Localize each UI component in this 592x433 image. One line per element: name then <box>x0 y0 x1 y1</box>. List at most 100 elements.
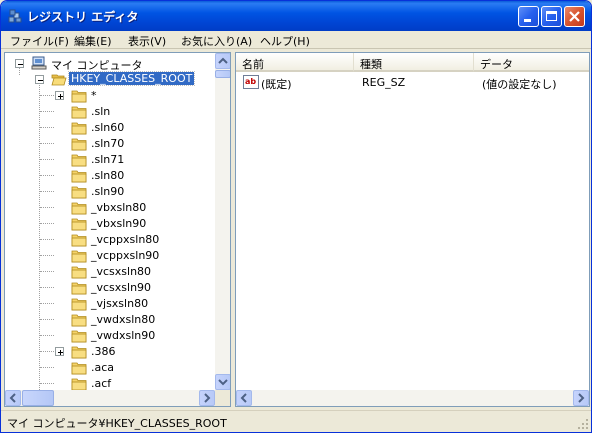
arrow-right-icon <box>578 393 585 403</box>
folder-icon <box>71 106 87 119</box>
tree-node[interactable]: .sln80 <box>13 168 213 184</box>
menu-favorites[interactable]: お気に入り(A) <box>181 33 252 49</box>
column-header-name[interactable]: 名前 <box>236 53 354 72</box>
resize-grip-icon[interactable] <box>577 418 589 430</box>
tree-node-label: .sln <box>91 105 111 118</box>
tree-line <box>40 127 54 128</box>
arrow-left-icon <box>9 393 16 403</box>
menu-bar: ファイル(F) 編集(E) 表示(V) お気に入り(A) ヘルプ(H) <box>1 31 591 49</box>
tree-line <box>40 143 54 144</box>
tree-line <box>40 335 54 336</box>
values-list-pane[interactable]: 名前 種類 データ ab (既定) REG_SZ (値の設定なし) <box>235 52 590 407</box>
tree-node-my-computer[interactable]: マイ コンピュータ <box>13 56 213 72</box>
list-horizontal-scrollbar[interactable] <box>236 390 589 406</box>
maximize-button[interactable] <box>541 6 562 27</box>
tree-node[interactable]: _vcsxsln80 <box>13 264 213 280</box>
string-value-icon: ab <box>243 75 259 89</box>
tree-node-label: マイ コンピュータ <box>51 59 143 72</box>
scroll-thumb[interactable] <box>215 70 230 78</box>
tree-line <box>40 223 54 224</box>
minimize-icon <box>524 19 531 22</box>
scroll-right-button[interactable] <box>573 390 589 406</box>
tree-node-label: _vjsxsln80 <box>91 297 149 310</box>
tree-node[interactable]: _vcsxsln90 <box>13 280 213 296</box>
folder-icon <box>71 234 87 247</box>
expand-toggle[interactable] <box>55 347 64 356</box>
tree-line <box>40 175 54 176</box>
folder-icon <box>71 186 87 199</box>
tree-node-label: _vwdxsln90 <box>91 329 156 342</box>
folder-icon <box>71 154 87 167</box>
folder-icon <box>71 362 87 375</box>
status-path: マイ コンピュータ¥HKEY_CLASSES_ROOT <box>7 417 227 430</box>
window-title: レジストリ エディタ <box>27 10 139 24</box>
tree-line <box>40 367 54 368</box>
tree-line <box>40 303 54 304</box>
tree-line <box>40 383 54 384</box>
scroll-down-button[interactable] <box>215 374 230 390</box>
tree-node[interactable]: * <box>13 88 213 104</box>
menu-file[interactable]: ファイル(F) <box>10 33 69 49</box>
tree-node[interactable]: .386 <box>13 344 213 360</box>
tree-node-label: _vbxsln80 <box>91 201 147 214</box>
tree-node[interactable]: .sln71 <box>13 152 213 168</box>
tree-node[interactable]: _vbxsln80 <box>13 200 213 216</box>
menu-edit[interactable]: 編集(E) <box>74 33 112 49</box>
tree-node[interactable]: _vwdxsln80 <box>13 312 213 328</box>
tree-node[interactable]: _vwdxsln90 <box>13 328 213 344</box>
tree-node-label: .sln70 <box>91 137 125 150</box>
close-button[interactable] <box>564 6 585 27</box>
maximize-icon <box>546 11 557 21</box>
tree-node[interactable]: .sln90 <box>13 184 213 200</box>
title-bar[interactable]: レジストリ エディタ <box>1 1 591 31</box>
folder-icon <box>71 346 87 359</box>
scroll-left-button[interactable] <box>236 390 252 406</box>
folder-icon <box>71 250 87 263</box>
tree-line <box>40 191 54 192</box>
tree-node-label: .sln90 <box>91 185 125 198</box>
scroll-left-button[interactable] <box>5 390 21 406</box>
minimize-button[interactable] <box>518 6 539 27</box>
collapse-toggle[interactable] <box>15 59 24 68</box>
tree-line <box>40 159 54 160</box>
menu-view[interactable]: 表示(V) <box>128 33 166 49</box>
column-header-type[interactable]: 種類 <box>354 53 474 72</box>
tree-vertical-scrollbar[interactable] <box>215 53 230 390</box>
folder-icon <box>71 298 87 311</box>
tree-node[interactable]: .sln70 <box>13 136 213 152</box>
expand-toggle[interactable] <box>55 91 64 100</box>
tree-line <box>40 271 54 272</box>
tree-node[interactable]: .sln <box>13 104 213 120</box>
scroll-up-button[interactable] <box>215 53 230 69</box>
status-bar: マイ コンピュータ¥HKEY_CLASSES_ROOT <box>1 410 591 432</box>
scroll-right-button[interactable] <box>199 390 215 406</box>
tree-horizontal-scrollbar[interactable] <box>5 390 215 406</box>
scroll-thumb[interactable] <box>22 390 54 406</box>
registry-editor-window: レジストリ エディタ ファイル(F) 編集(E) 表示(V) お気に入り(A) … <box>0 0 592 433</box>
open-folder-icon <box>51 74 67 86</box>
tree-node[interactable]: _vcppxsln90 <box>13 248 213 264</box>
tree-node-label: _vwdxsln80 <box>91 313 156 326</box>
column-header-data[interactable]: データ <box>474 53 589 72</box>
tree-node[interactable]: _vjsxsln80 <box>13 296 213 312</box>
tree-node-label: .386 <box>91 345 116 358</box>
tree-node-hkey-classes-root[interactable]: HKEY_CLASSES_ROOT <box>13 71 213 88</box>
folder-icon <box>71 122 87 135</box>
menu-help[interactable]: ヘルプ(H) <box>260 33 310 49</box>
tree-line <box>40 255 54 256</box>
tree-node-label: _vcsxsln80 <box>91 265 152 278</box>
tree-node-label: .acf <box>91 377 112 390</box>
folder-icon <box>71 330 87 343</box>
arrow-right-icon <box>204 393 211 403</box>
registry-tree-pane[interactable]: マイ コンピュータ HKEY_CLASSES_ROOT * .sln .sln60.… <box>4 52 231 407</box>
tree-node[interactable]: _vbxsln90 <box>13 216 213 232</box>
tree-node[interactable]: _vcppxsln80 <box>13 232 213 248</box>
tree-node[interactable]: .aca <box>13 360 213 376</box>
tree-node[interactable]: .sln60 <box>13 120 213 136</box>
tree-node-label: .sln71 <box>91 153 125 166</box>
tree-node-label: .sln80 <box>91 169 125 182</box>
arrow-up-icon <box>218 57 228 64</box>
tree-line <box>40 239 54 240</box>
collapse-toggle[interactable] <box>35 75 44 84</box>
registry-editor-icon <box>7 8 23 24</box>
